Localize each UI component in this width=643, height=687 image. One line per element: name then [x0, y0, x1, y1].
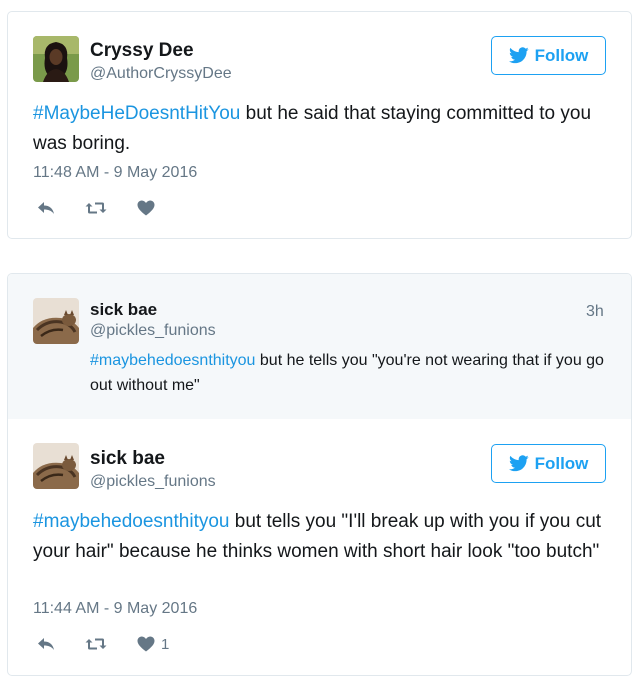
hashtag-link[interactable]: #MaybeHeDoesntHitYou — [33, 103, 240, 124]
heart-icon[interactable] — [135, 633, 157, 655]
heart-icon[interactable] — [135, 197, 157, 219]
avatar[interactable] — [33, 36, 79, 82]
follow-label: Follow — [534, 453, 589, 473]
follow-button[interactable]: Follow — [491, 36, 606, 75]
quoted-avatar[interactable] — [33, 298, 79, 344]
tweet-card-sickbae: sick bae @pickles_funions 3h #maybehedoe… — [7, 273, 632, 676]
retweet-icon[interactable] — [85, 197, 107, 219]
tweet-actions — [35, 197, 185, 219]
tweet-card-cryssy: Cryssy Dee @AuthorCryssyDee Follow #Mayb… — [7, 11, 632, 239]
username[interactable]: @AuthorCryssyDee — [90, 64, 232, 84]
tweet-text: #maybehedoesnthityou but tells you "I'll… — [33, 507, 613, 567]
twitter-bird-icon — [508, 47, 529, 64]
display-name[interactable]: sick bae — [90, 448, 165, 470]
quoted-hashtag-link[interactable]: #maybehedoesnthityou — [90, 352, 255, 369]
quoted-tweet-text: #maybehedoesnthityou but he tells you "y… — [90, 348, 610, 398]
timestamp[interactable]: 11:44 AM - 9 May 2016 — [33, 600, 197, 618]
avatar[interactable] — [33, 443, 79, 489]
like-count: 1 — [161, 635, 170, 653]
follow-label: Follow — [534, 45, 589, 65]
retweet-icon[interactable] — [85, 633, 107, 655]
follow-button[interactable]: Follow — [491, 444, 606, 483]
quoted-display-name[interactable]: sick bae — [90, 299, 157, 321]
quoted-time-ago[interactable]: 3h — [586, 303, 604, 321]
display-name[interactable]: Cryssy Dee — [90, 40, 194, 62]
tweet-actions: 1 — [35, 633, 169, 655]
twitter-bird-icon — [508, 455, 529, 472]
reply-icon[interactable] — [35, 633, 57, 655]
username[interactable]: @pickles_funions — [90, 472, 216, 492]
timestamp[interactable]: 11:48 AM - 9 May 2016 — [33, 164, 197, 182]
quoted-username[interactable]: @pickles_funions — [90, 321, 216, 341]
reply-icon[interactable] — [35, 197, 57, 219]
hashtag-link[interactable]: #maybehedoesnthityou — [33, 511, 229, 532]
quoted-tweet[interactable]: sick bae @pickles_funions 3h #maybehedoe… — [8, 274, 631, 419]
tweet-text: #MaybeHeDoesntHitYou but he said that st… — [33, 99, 613, 159]
